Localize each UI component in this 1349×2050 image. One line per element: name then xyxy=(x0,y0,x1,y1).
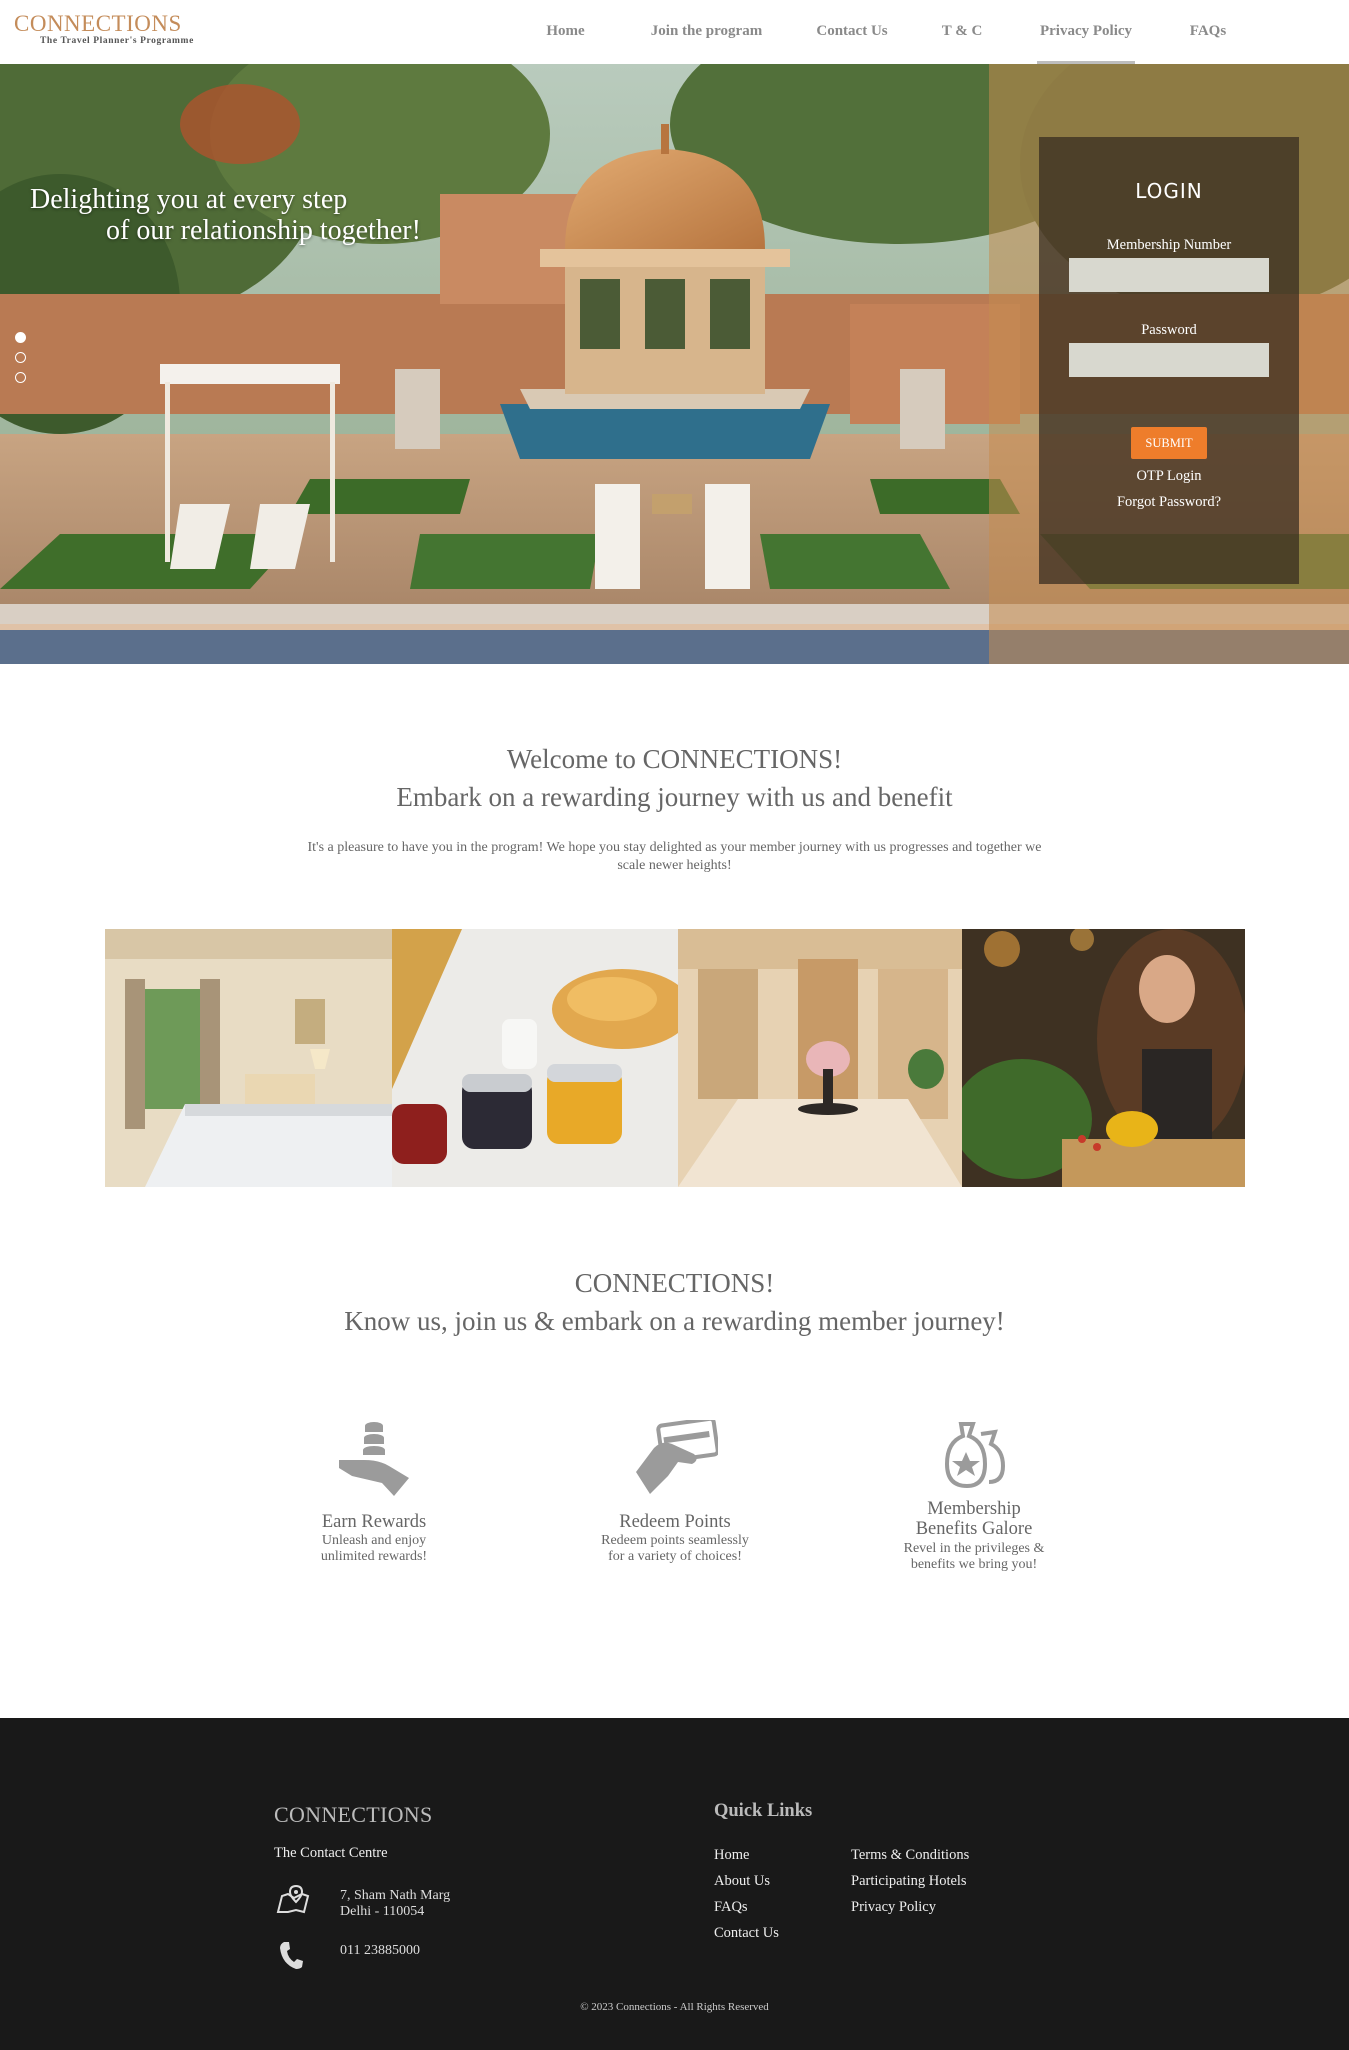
welcome-subtitle: Embark on a rewarding journey with us an… xyxy=(396,782,953,812)
gallery-image-dining xyxy=(962,929,1245,1187)
footer-link-participating-hotels[interactable]: Participating Hotels xyxy=(851,1868,969,1894)
footer-address: 7, Sham Nath Marg Delhi - 110054 xyxy=(340,1888,450,1920)
feature-title-line-1: Membership xyxy=(927,1499,1021,1519)
gallery-image-breakfast xyxy=(392,929,678,1187)
welcome-title: Welcome to CONNECTIONS! xyxy=(506,744,843,774)
nav-home[interactable]: Home xyxy=(530,0,601,64)
footer-brand: CONNECTIONS xyxy=(274,1802,433,1827)
logo-subtitle: The Travel Planner's Programme xyxy=(40,36,194,46)
footer-link-faqs[interactable]: FAQs xyxy=(714,1894,779,1920)
slider-dot-3[interactable] xyxy=(15,372,26,383)
feature-desc-line-2: benefits we bring you! xyxy=(910,1557,1038,1572)
membership-number-input[interactable] xyxy=(1069,258,1269,292)
about-section: CONNECTIONS! Know us, join us & embark o… xyxy=(0,1264,1349,1340)
footer-link-about-us[interactable]: About Us xyxy=(714,1868,779,1894)
membership-benefits-icon xyxy=(944,1422,1006,1489)
nav-join-program[interactable]: Join the program xyxy=(648,0,765,64)
membership-number-label: Membership Number xyxy=(1106,237,1232,253)
login-panel: LOGIN Membership Number Password SUBMIT … xyxy=(1039,137,1299,584)
about-title: CONNECTIONS! xyxy=(574,1268,775,1298)
footer-phone[interactable]: 011 23885000 xyxy=(340,1943,420,1959)
tagline-line-2: of our relationship together! xyxy=(106,215,421,246)
feature-redeem-points: Redeem Points Redeem points seamlessly f… xyxy=(565,1420,785,1565)
gallery-image-lobby xyxy=(678,929,962,1187)
earn-rewards-icon xyxy=(339,1422,409,1496)
hero-banner: Delighting you at every step of our rela… xyxy=(0,64,1349,664)
slider-dot-2[interactable] xyxy=(15,352,26,363)
otp-login-link[interactable]: OTP Login xyxy=(1039,468,1299,485)
hero-tagline: Delighting you at every step of our rela… xyxy=(30,184,421,246)
login-title: LOGIN xyxy=(1135,179,1203,203)
gallery-image-hotel-room xyxy=(105,929,392,1187)
contact-centre-label: The Contact Centre xyxy=(274,1845,388,1861)
nav-privacy-policy[interactable]: Privacy Policy xyxy=(1037,0,1135,64)
footer-link-privacy-policy[interactable]: Privacy Policy xyxy=(851,1894,969,1920)
quick-links-col-2: Terms & Conditions Participating Hotels … xyxy=(851,1842,969,1920)
feature-desc-line-2: unlimited rewards! xyxy=(320,1549,428,1564)
password-label: Password xyxy=(1141,322,1197,338)
quick-links-col-1: Home About Us FAQs Contact Us xyxy=(714,1842,779,1946)
feature-desc-line-1: Revel in the privileges & xyxy=(903,1541,1045,1556)
feature-membership-benefits: Membership Benefits Galore Revel in the … xyxy=(864,1420,1084,1573)
site-logo[interactable]: CONNECTIONS The Travel Planner's Program… xyxy=(14,11,194,47)
nav-terms[interactable]: T & C xyxy=(939,0,985,64)
footer-link-terms[interactable]: Terms & Conditions xyxy=(851,1842,969,1868)
site-header: CONNECTIONS The Travel Planner's Program… xyxy=(0,0,1349,64)
site-footer: CONNECTIONS The Contact Centre 7, Sham N… xyxy=(0,1718,1349,2050)
feature-earn-rewards: Earn Rewards Unleash and enjoy unlimited… xyxy=(264,1418,484,1565)
feature-title: Redeem Points xyxy=(619,1512,731,1532)
forgot-password-link[interactable]: Forgot Password? xyxy=(1039,494,1299,511)
nav-faqs[interactable]: FAQs xyxy=(1183,0,1233,64)
feature-title: Earn Rewards xyxy=(321,1512,427,1532)
about-subtitle: Know us, join us & embark on a rewarding… xyxy=(344,1306,1005,1336)
copyright-text: © 2023 Connections - All Rights Reserved xyxy=(580,2001,769,2013)
feature-desc-line-2: for a variety of choices! xyxy=(608,1549,742,1564)
address-line-1: 7, Sham Nath Marg xyxy=(340,1888,451,1903)
quick-links-title: Quick Links xyxy=(714,1801,813,1821)
slider-dot-1[interactable] xyxy=(15,332,26,343)
welcome-text: It's a pleasure to have you in the progr… xyxy=(307,840,1042,873)
feature-desc-line-1: Unleash and enjoy xyxy=(321,1533,427,1548)
logo-title: CONNECTIONS xyxy=(14,11,182,36)
slider-dots xyxy=(15,332,26,392)
submit-button[interactable]: SUBMIT xyxy=(1131,427,1207,459)
footer-link-contact-us[interactable]: Contact Us xyxy=(714,1920,779,1946)
redeem-points-icon xyxy=(636,1420,718,1494)
welcome-section: Welcome to CONNECTIONS! Embark on a rewa… xyxy=(0,740,1349,875)
phone-icon xyxy=(280,1942,303,1969)
image-gallery xyxy=(105,929,1245,1187)
nav-contact-us[interactable]: Contact Us xyxy=(812,0,892,64)
main-nav: Home Join the program Contact Us T & C P… xyxy=(530,0,1233,64)
password-input[interactable] xyxy=(1069,343,1269,377)
tagline-line-1: Delighting you at every step xyxy=(30,184,348,215)
address-line-2: Delhi - 110054 xyxy=(340,1904,425,1919)
feature-title-line-2: Benefits Galore xyxy=(915,1519,1033,1539)
footer-link-home[interactable]: Home xyxy=(714,1842,779,1868)
map-location-icon xyxy=(276,1884,310,1914)
feature-desc-line-1: Redeem points seamlessly xyxy=(601,1533,749,1548)
